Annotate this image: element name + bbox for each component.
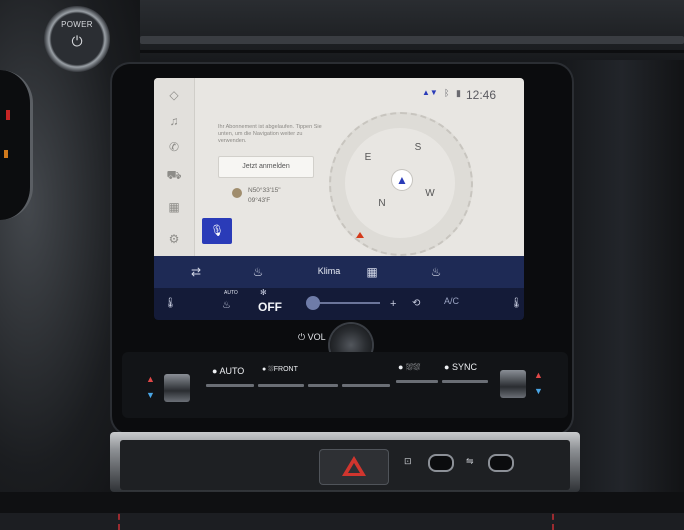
fan-icon: ✻ (260, 288, 267, 297)
sync-button-bar (442, 380, 488, 383)
climate-bar (154, 288, 524, 320)
location-pin-icon (232, 188, 242, 198)
climate-auto-label: AUTO (224, 290, 238, 296)
power-icon: ⏻ (71, 33, 83, 49)
air-vent-gap (140, 50, 684, 53)
grid-icon[interactable]: ▦ (352, 262, 392, 282)
signal-icon: ▲▼ (422, 88, 438, 97)
thermometer-left-icon: 🌡 (164, 298, 177, 309)
temp-up-left-icon: ▲ (146, 374, 155, 384)
rear-defrost-button[interactable]: ● ⛆⛆ (398, 362, 420, 373)
compass-s: S (414, 142, 422, 153)
volume-label: ⏻ VOL (298, 332, 326, 342)
battery-charge-icon: ⊡ (404, 456, 412, 466)
sync-button[interactable]: ● SYNC (444, 362, 477, 372)
temp-down-left-icon: ▼ (146, 390, 155, 400)
ac-button[interactable]: A/C (444, 296, 459, 306)
touchscreen: ◇ ♫ ✆ ⛟ ▦ ⚙ ▲▼ ᛒ ▮ 12:46 Ihr Abonnement … (154, 78, 524, 320)
fan-speed-slider[interactable] (314, 302, 380, 304)
seat-heat-left-icon[interactable]: ♨ (238, 262, 278, 282)
gauge-red-marker (6, 110, 10, 120)
temp-rocker-right[interactable] (500, 370, 526, 398)
temp-up-right-icon: ▲ (534, 370, 543, 380)
bluetooth-icon: ᛒ (444, 88, 450, 98)
compass-n: N (378, 198, 386, 209)
seat-heat-right-icon[interactable]: ♨ (416, 262, 456, 282)
usb-icon: ⇋ (466, 456, 474, 466)
air-vent (140, 36, 684, 44)
seat-swap-icon[interactable]: ⇄ (176, 262, 216, 282)
compass-w: W (425, 188, 435, 199)
front-defrost-button[interactable]: ● ⛆FRONT (262, 366, 298, 374)
settings-icon[interactable]: ⚙ (154, 230, 194, 248)
console-floor (0, 492, 684, 513)
north-marker (356, 232, 364, 238)
position-arrow-icon: ▲ (392, 170, 412, 190)
gauge-orange-marker (4, 150, 8, 158)
car-icon[interactable]: ⛟ (154, 166, 194, 184)
music-icon[interactable]: ♫ (154, 112, 194, 130)
divider-bar (342, 384, 390, 387)
power-label: POWER (61, 20, 93, 29)
climate-tab[interactable]: Klima (309, 266, 349, 276)
compass-e: E (364, 152, 372, 163)
microphone-icon: 🎙 (210, 225, 224, 237)
recirculation-icon[interactable]: ⟲ (412, 298, 420, 309)
battery-icon: ▮ (456, 88, 461, 98)
divider-bar (308, 384, 338, 387)
register-button[interactable]: Jetzt anmelden (218, 156, 314, 178)
phone-icon[interactable]: ✆ (154, 138, 194, 156)
auto-button-bar (206, 384, 254, 387)
climate-off-button[interactable]: OFF (258, 300, 282, 314)
rear-defrost-bar (396, 380, 438, 383)
apps-icon[interactable]: ▦ (154, 198, 194, 216)
thermometer-right-icon: 🌡 (510, 298, 523, 309)
fan-plus-button[interactable]: + (390, 298, 396, 310)
instrument-cluster-edge (0, 70, 33, 220)
coordinates-line1: N50°33'15" (248, 187, 281, 194)
steering-heat-icon[interactable]: ♨ (222, 300, 231, 311)
nav-icon[interactable]: ◇ (154, 86, 194, 104)
coordinates-line2: 09°43'F (248, 197, 271, 204)
subscription-message: Ihr Abonnement ist abgelaufen. Tippen Si… (218, 124, 322, 144)
microphone-button[interactable]: 🎙 (202, 218, 232, 244)
temp-rocker-left[interactable] (164, 374, 190, 402)
clock: 12:46 (466, 88, 497, 102)
fan-speed-handle[interactable] (306, 296, 320, 310)
front-defrost-bar (258, 384, 304, 387)
coordinates: N50°33'15" 09°43'F (248, 186, 281, 206)
usb-port[interactable] (490, 456, 512, 470)
sidebar: ◇ ♫ ✆ ⛟ ▦ ⚙ (154, 78, 195, 256)
usb-c-port[interactable] (430, 456, 452, 470)
auto-button[interactable]: ● AUTO (212, 366, 244, 376)
temp-down-right-icon: ▼ (534, 386, 543, 396)
hazard-icon-inner (348, 463, 360, 473)
